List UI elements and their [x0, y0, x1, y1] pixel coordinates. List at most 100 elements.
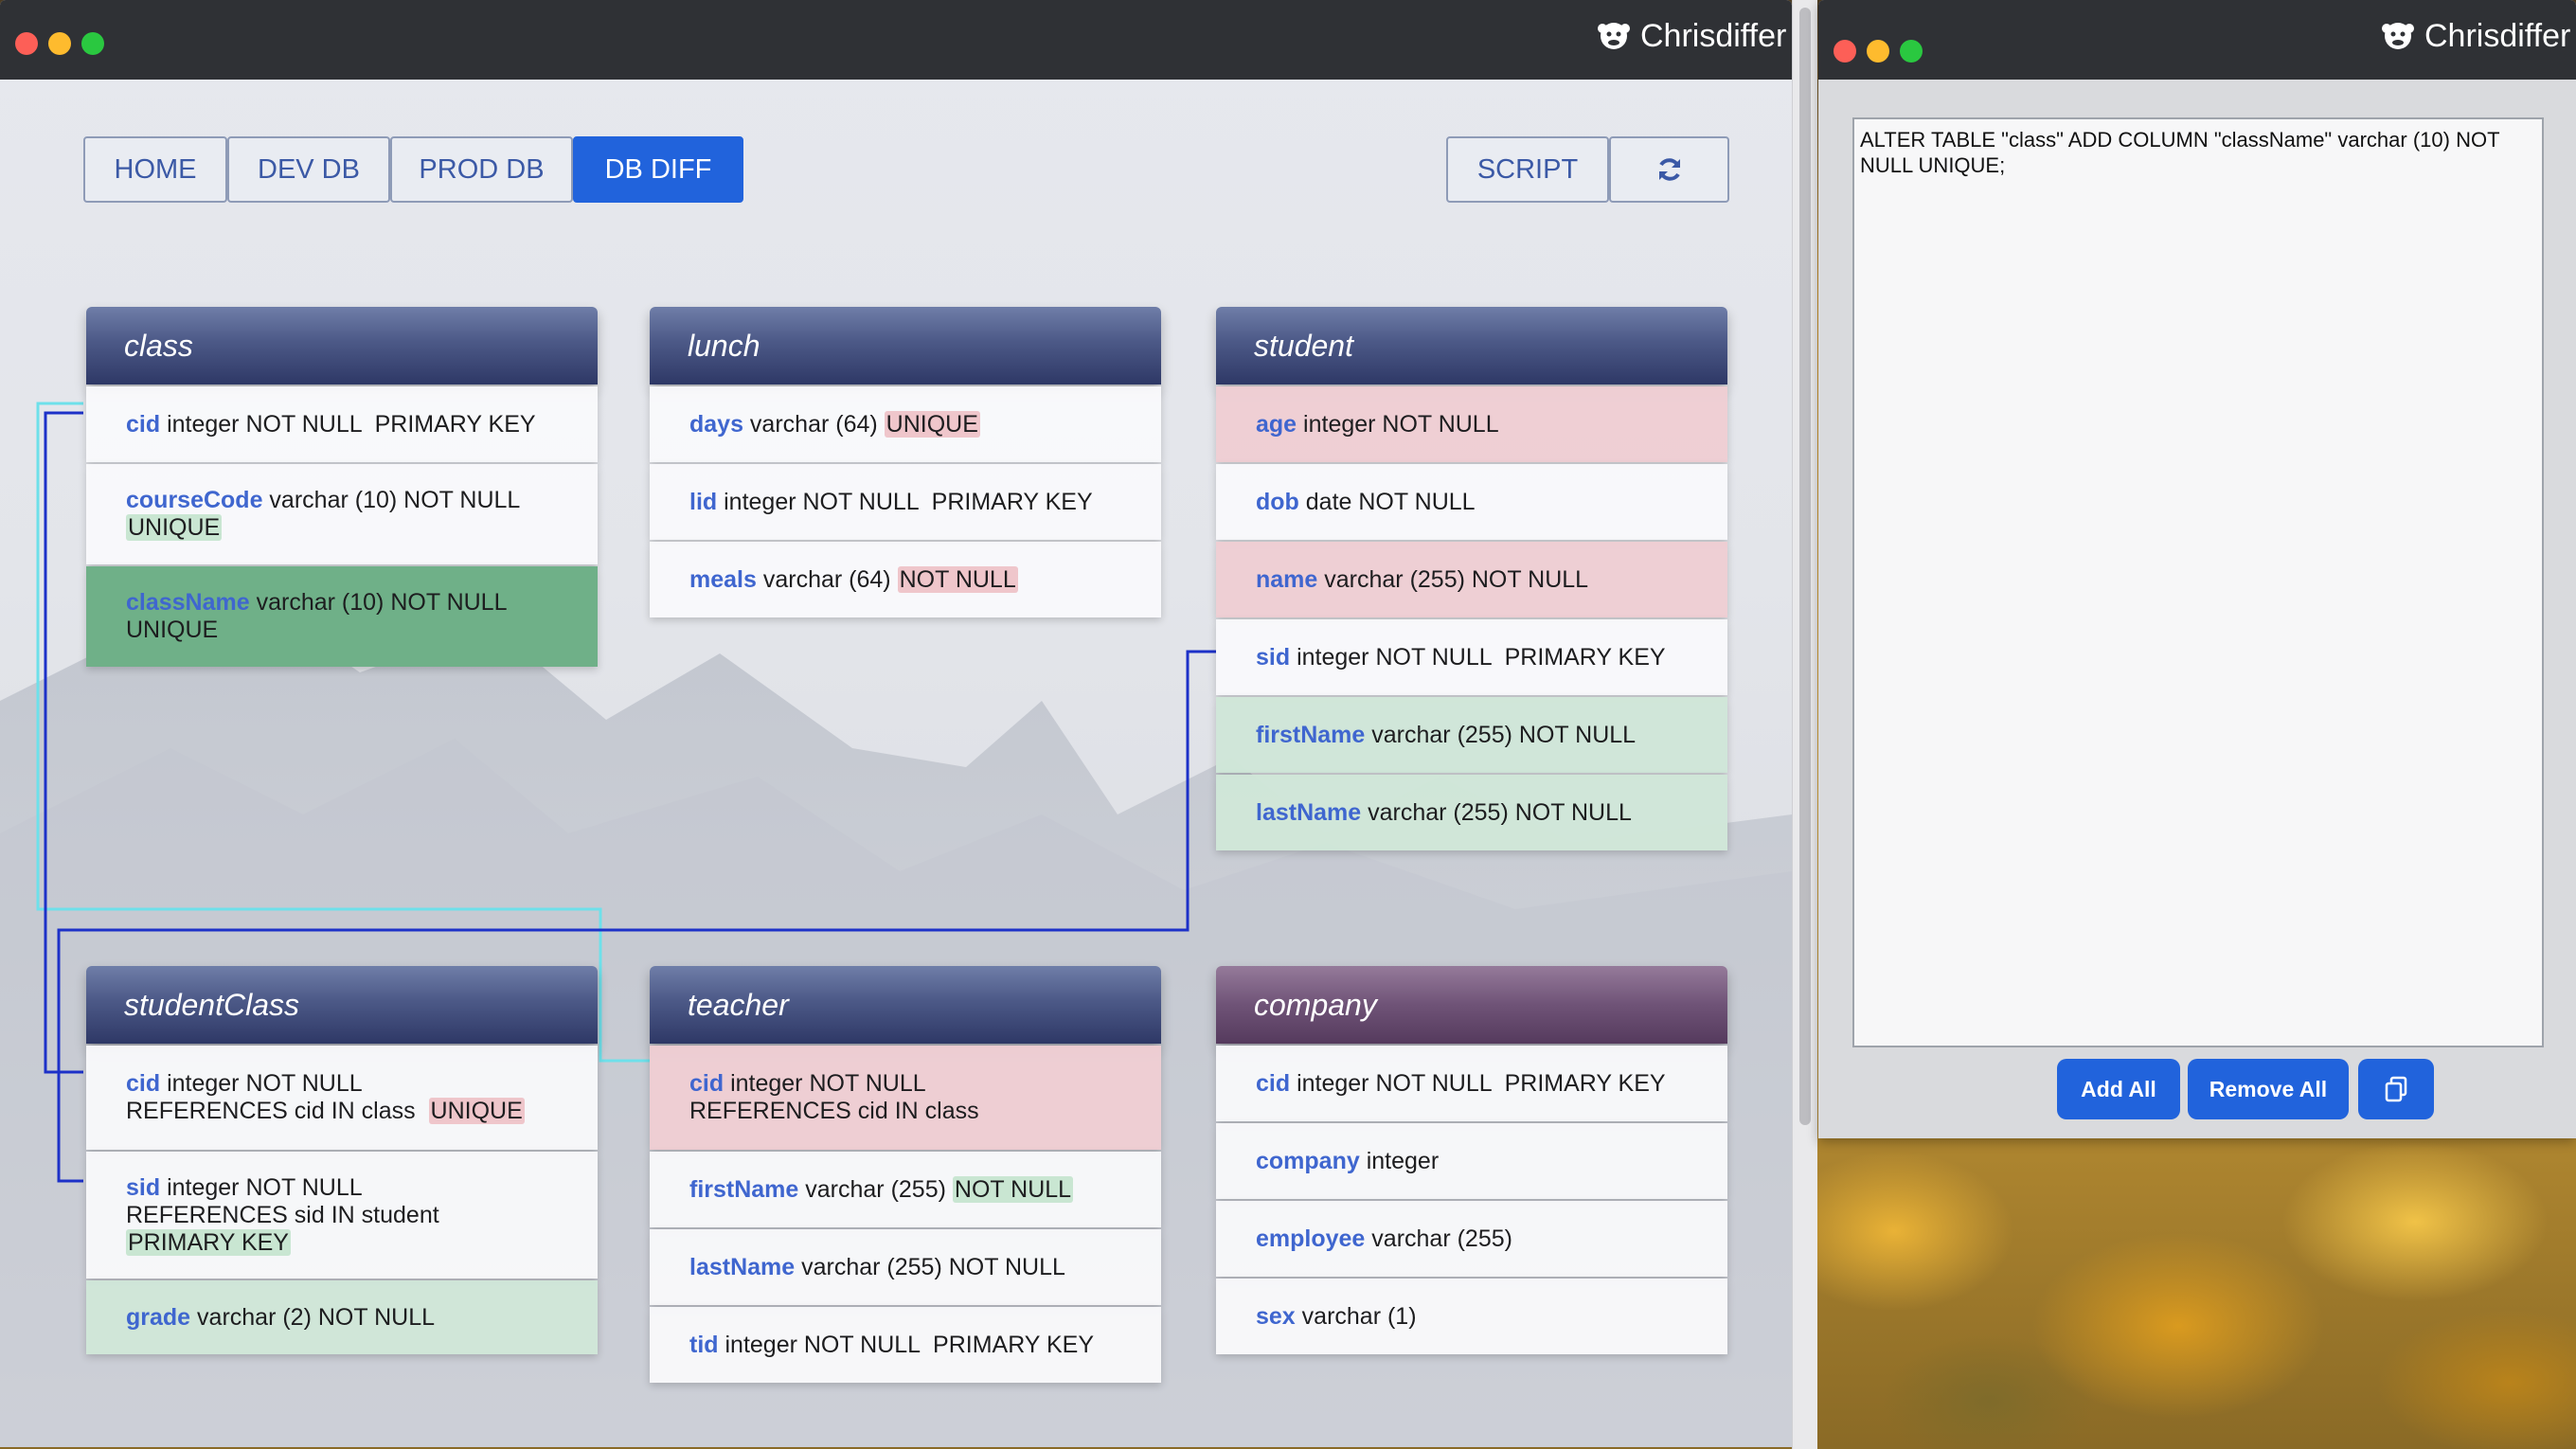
- monkey-logo-icon: [2382, 23, 2414, 49]
- column-type: varchar (255) NOT NULL: [1365, 721, 1637, 748]
- column-name: cid: [689, 1070, 724, 1097]
- table-studentclass: studentClass cid integer NOT NULL REFERE…: [86, 966, 598, 1354]
- minimize-window-button[interactable]: [1867, 40, 1889, 63]
- column-type: varchar (1): [1295, 1302, 1417, 1330]
- column-name: company: [1256, 1147, 1360, 1174]
- column-name: sex: [1256, 1302, 1296, 1330]
- table-header: student: [1216, 307, 1727, 385]
- column-type: varchar (64): [742, 410, 885, 438]
- table-row[interactable]: courseCode varchar (10) NOT NULL UNIQUE: [86, 464, 598, 564]
- column-type: integer NOT NULL PRIMARY KEY: [718, 1331, 1094, 1358]
- column-type: varchar (255) NOT NULL: [1317, 565, 1589, 593]
- column-name: cid: [1256, 1069, 1291, 1097]
- column-name: sid: [126, 1173, 161, 1201]
- table-row-missing[interactable]: age integer NOT NULL: [1216, 386, 1727, 462]
- column-name: name: [1256, 565, 1318, 593]
- table-row[interactable]: firstName varchar (255) NOT NULL: [650, 1152, 1161, 1227]
- remove-all-button[interactable]: Remove All: [2188, 1059, 2349, 1119]
- column-constraint: UNIQUE: [126, 617, 219, 643]
- column-name: age: [1256, 410, 1297, 438]
- maximize-window-button[interactable]: [1900, 40, 1923, 63]
- copy-button[interactable]: [2358, 1059, 2434, 1119]
- column-name: meals: [689, 565, 757, 593]
- table-row[interactable]: cid integer NOT NULL PRIMARY KEY: [1216, 1046, 1727, 1121]
- table-header: studentClass: [86, 966, 598, 1044]
- column-type: varchar (10) NOT NULL: [249, 589, 508, 616]
- column-type: integer NOT NULL: [160, 1070, 363, 1097]
- column-name: className: [126, 589, 250, 616]
- column-type: date NOT NULL: [1298, 488, 1476, 515]
- table-row[interactable]: days varchar (64) UNIQUE: [650, 386, 1161, 462]
- column-type: varchar (255) NOT NULL: [1361, 798, 1632, 826]
- main-window: Chrisdiffer HOME DEV DB PROD DB DB DIFF …: [0, 0, 1792, 1447]
- table-row[interactable]: cid integer NOT NULL PRIMARY KEY: [86, 386, 598, 462]
- table-row-new[interactable]: grade varchar (2) NOT NULL: [86, 1280, 598, 1354]
- column-name: dob: [1256, 488, 1299, 515]
- column-type: integer NOT NULL: [724, 1070, 926, 1097]
- column-type: varchar (10) NOT NULL: [262, 487, 521, 513]
- close-window-button[interactable]: [1834, 40, 1856, 63]
- column-type: varchar (2) NOT NULL: [190, 1303, 436, 1331]
- column-name: cid: [126, 410, 161, 438]
- table-lunch: lunch days varchar (64) UNIQUE lid integ…: [650, 307, 1161, 617]
- table-header: lunch: [650, 307, 1161, 385]
- column-name: firstName: [689, 1175, 799, 1203]
- column-type: integer NOT NULL: [160, 1173, 363, 1201]
- column-type: varchar (255): [1365, 1225, 1512, 1252]
- column-reference: REFERENCES cid IN class: [689, 1098, 979, 1124]
- column-reference: REFERENCES sid IN student: [126, 1201, 439, 1228]
- column-name: days: [689, 410, 743, 438]
- table-header: teacher: [650, 966, 1161, 1044]
- column-name: lastName: [1256, 798, 1362, 826]
- table-row[interactable]: cid integer NOT NULL REFERENCES cid IN c…: [86, 1046, 598, 1150]
- table-row-missing[interactable]: cid integer NOT NULL REFERENCES cid IN c…: [650, 1046, 1161, 1150]
- column-name: tid: [689, 1331, 719, 1358]
- table-row[interactable]: tid integer NOT NULL PRIMARY KEY: [650, 1307, 1161, 1383]
- table-row[interactable]: lid integer NOT NULL PRIMARY KEY: [650, 464, 1161, 540]
- constraint-badge: NOT NULL: [897, 565, 1018, 593]
- table-student: student age integer NOT NULL dob date NO…: [1216, 307, 1727, 850]
- script-window-title-bar: Chrisdiffer: [1818, 0, 2576, 80]
- table-row[interactable]: employee varchar (255): [1216, 1201, 1727, 1277]
- table-row[interactable]: sex varchar (1): [1216, 1279, 1727, 1354]
- table-header: company: [1216, 966, 1727, 1044]
- table-teacher: teacher cid integer NOT NULL REFERENCES …: [650, 966, 1161, 1383]
- column-type: integer: [1359, 1147, 1440, 1174]
- add-all-button[interactable]: Add All: [2057, 1059, 2180, 1119]
- column-reference: REFERENCES cid IN class: [126, 1098, 429, 1124]
- table-row[interactable]: lastName varchar (255) NOT NULL: [650, 1229, 1161, 1305]
- table-company: company cid integer NOT NULL PRIMARY KEY…: [1216, 966, 1727, 1354]
- table-row[interactable]: dob date NOT NULL: [1216, 464, 1727, 540]
- constraint-badge: PRIMARY KEY: [126, 1228, 291, 1256]
- app-title: Chrisdiffer: [2424, 17, 2571, 54]
- table-row-missing[interactable]: name varchar (255) NOT NULL: [1216, 542, 1727, 617]
- table-row[interactable]: sid integer NOT NULL PRIMARY KEY: [1216, 619, 1727, 695]
- column-type: integer NOT NULL PRIMARY KEY: [717, 488, 1093, 515]
- column-type: varchar (64): [756, 565, 898, 593]
- column-name: lid: [689, 488, 718, 515]
- column-name: grade: [126, 1303, 191, 1331]
- column-type: integer NOT NULL PRIMARY KEY: [1290, 643, 1666, 671]
- table-class: class cid integer NOT NULL PRIMARY KEY c…: [86, 307, 598, 667]
- copy-icon: [2385, 1076, 2407, 1102]
- table-row-new[interactable]: firstName varchar (255) NOT NULL: [1216, 697, 1727, 773]
- column-name: courseCode: [126, 487, 263, 513]
- table-row-added[interactable]: className varchar (10) NOT NULL UNIQUE: [86, 566, 598, 667]
- column-name: employee: [1256, 1225, 1366, 1252]
- scrollbar-thumb[interactable]: [1799, 8, 1811, 1125]
- main-window-scrollbar[interactable]: [1792, 0, 1817, 1449]
- sql-script-textarea[interactable]: ALTER TABLE "class" ADD COLUMN "classNam…: [1852, 117, 2544, 1047]
- table-row-new[interactable]: lastName varchar (255) NOT NULL: [1216, 775, 1727, 850]
- column-name: firstName: [1256, 721, 1366, 748]
- constraint-badge: UNIQUE: [884, 410, 980, 438]
- column-name: cid: [126, 1070, 161, 1097]
- column-name: sid: [1256, 643, 1291, 671]
- table-row[interactable]: company integer: [1216, 1123, 1727, 1199]
- table-row[interactable]: meals varchar (64) NOT NULL: [650, 542, 1161, 617]
- table-row[interactable]: sid integer NOT NULL REFERENCES sid IN s…: [86, 1152, 598, 1279]
- app-brand: Chrisdiffer: [2381, 17, 2570, 55]
- script-window: Chrisdiffer ALTER TABLE "class" ADD COLU…: [1818, 0, 2576, 1138]
- table-header: class: [86, 307, 598, 385]
- constraint-badge: NOT NULL: [952, 1175, 1074, 1203]
- constraint-badge: UNIQUE: [428, 1098, 525, 1124]
